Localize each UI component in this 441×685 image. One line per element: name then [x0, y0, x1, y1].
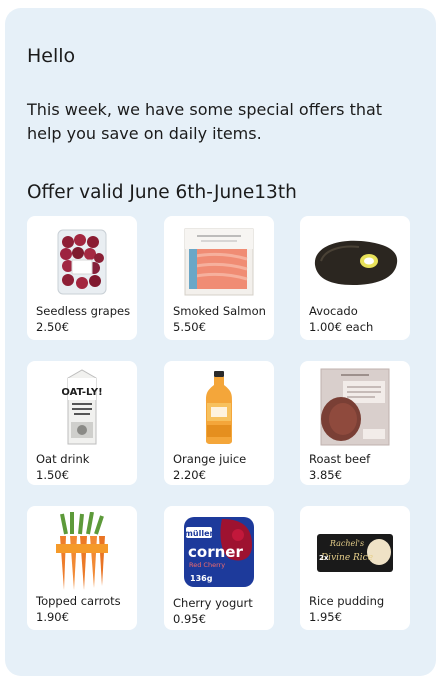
juice-bottle-icon [164, 367, 274, 447]
svg-text:2x: 2x [319, 554, 329, 562]
product-name: Roast beef [309, 452, 371, 466]
product-price: 0.95€ [173, 612, 206, 626]
avocado-icon [300, 222, 410, 302]
roast-beef-pack-icon [300, 367, 410, 447]
greeting-heading: Hello [27, 45, 76, 67]
carrots-bundle-icon [27, 512, 137, 592]
intro-text: This week, we have some special offers t… [27, 100, 383, 143]
product-card-grapes[interactable]: Seedless grapes 2.50€ [27, 216, 137, 340]
product-card-oat-drink[interactable]: OAT-LY! Oat drink 1.50€ [27, 361, 137, 485]
product-name: Avocado [309, 304, 358, 318]
product-card-salmon[interactable]: Smoked Salmon 5.50€ [164, 216, 274, 340]
product-price: 1.90€ [36, 610, 69, 624]
product-name: Orange juice [173, 452, 247, 466]
svg-text:136g: 136g [190, 574, 213, 583]
product-name: Seedless grapes [36, 304, 131, 318]
product-card-orange-juice[interactable]: Orange juice 2.20€ [164, 361, 274, 485]
svg-text:Red Cherry: Red Cherry [189, 561, 225, 569]
product-price: 1.50€ [36, 468, 69, 482]
product-name: Topped carrots [36, 594, 121, 608]
product-price: 5.50€ [173, 320, 206, 334]
product-card-rice-pudding[interactable]: Rachel's Divine Rice 2x Rice pudding 1.9… [300, 506, 410, 630]
product-price: 3.85€ [309, 468, 342, 482]
rice-pudding-pots-icon: Rachel's Divine Rice 2x [300, 512, 410, 592]
svg-text:müller: müller [185, 529, 214, 538]
product-price: 1.00€ each [309, 320, 374, 334]
product-card-cherry-yogurt[interactable]: müller corner Red Cherry 136g Cherry yog… [164, 506, 274, 630]
offer-validity-heading: Offer valid June 6th-June13th [27, 182, 297, 203]
product-card-carrots[interactable]: Topped carrots 1.90€ [27, 506, 137, 630]
product-name: Rice pudding [309, 594, 385, 608]
product-price: 2.20€ [173, 468, 206, 482]
product-name: Cherry yogurt [173, 596, 253, 610]
oat-drink-carton-icon: OAT-LY! [27, 367, 137, 447]
grapes-punnet-icon [27, 222, 137, 302]
product-name: Smoked Salmon [173, 304, 266, 318]
product-name: Oat drink [36, 452, 90, 466]
svg-text:Rachel's: Rachel's [329, 539, 364, 548]
product-price: 2.50€ [36, 320, 69, 334]
yogurt-pot-icon: müller corner Red Cherry 136g [164, 512, 274, 592]
product-card-avocado[interactable]: Avocado 1.00€ each [300, 216, 410, 340]
product-price: 1.95€ [309, 610, 342, 624]
svg-text:corner: corner [188, 543, 243, 561]
svg-text:OAT-LY!: OAT-LY! [62, 387, 102, 398]
salmon-pack-icon [164, 222, 274, 302]
product-card-roast-beef[interactable]: Roast beef 3.85€ [300, 361, 410, 485]
